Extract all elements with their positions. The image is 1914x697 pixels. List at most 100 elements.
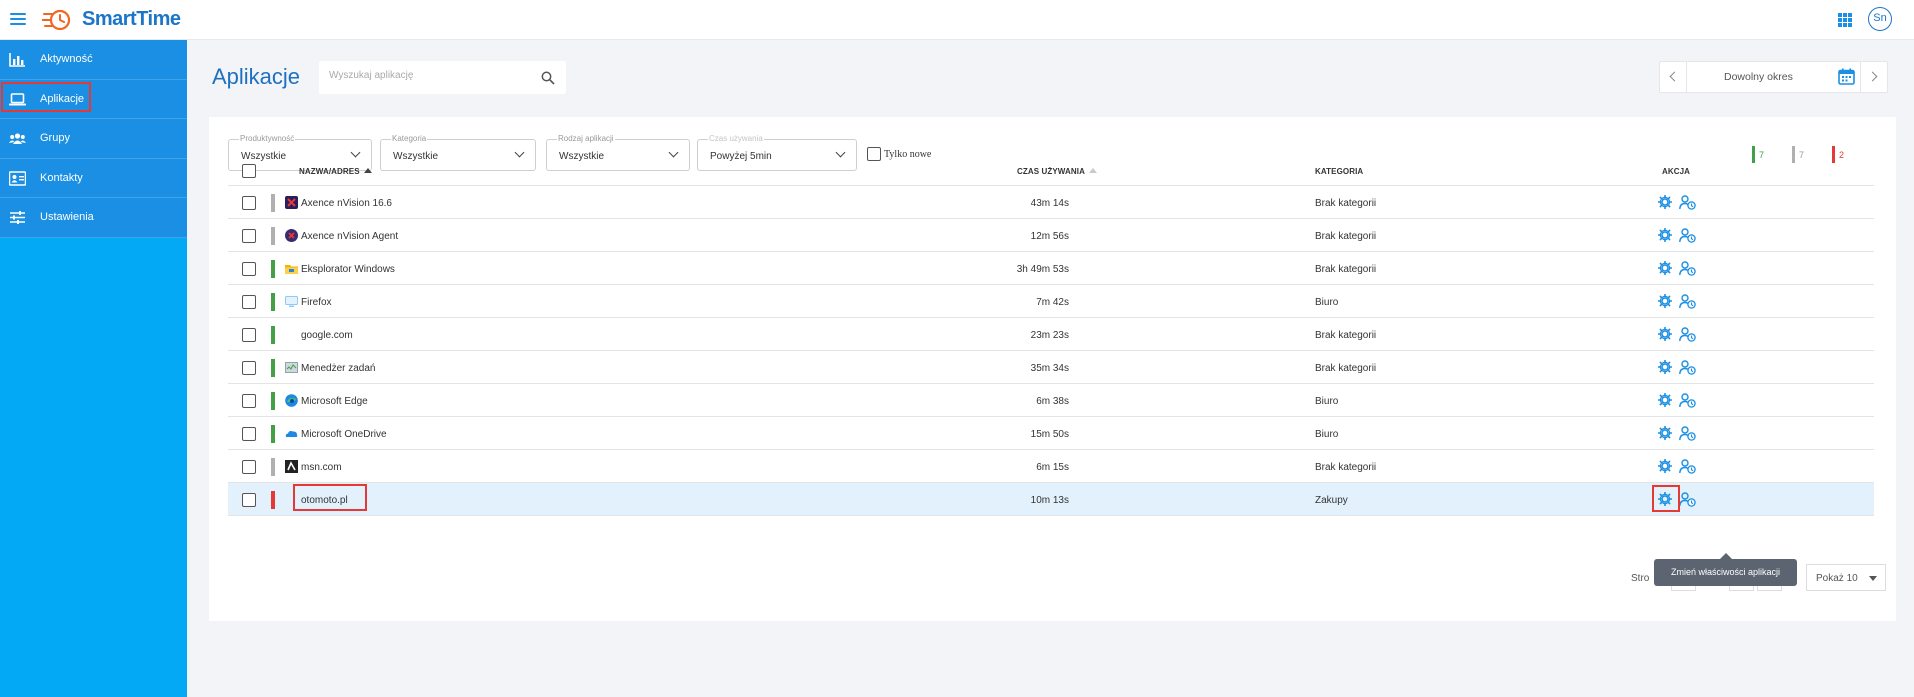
monitor-icon	[285, 295, 298, 308]
sidebar-item-ustawienia[interactable]: Ustawienia	[0, 198, 187, 238]
search-icon[interactable]	[541, 71, 555, 85]
gear-icon[interactable]	[1657, 425, 1673, 441]
column-header-action: AKCJA	[1662, 167, 1691, 176]
sliders-icon	[10, 211, 25, 224]
bar-chart-icon	[9, 53, 25, 67]
sidebar-item-kontakty[interactable]: Kontakty	[0, 158, 187, 198]
assign-user-icon[interactable]	[1679, 393, 1696, 408]
assign-user-icon[interactable]	[1679, 327, 1696, 342]
axence-nvision-icon	[285, 196, 298, 209]
row-checkbox[interactable]	[242, 229, 256, 243]
table-row[interactable]: Axence nVision 16.6 43m 14s Brak kategor…	[228, 186, 1874, 219]
productivity-stripe	[271, 326, 275, 344]
table-row[interactable]: otomoto.pl 10m 13s Zakupy	[228, 483, 1874, 516]
assign-user-icon[interactable]	[1679, 228, 1696, 243]
app-category: Biuro	[1315, 396, 1339, 407]
table-row[interactable]: Firefox 7m 42s Biuro	[228, 285, 1874, 318]
assign-user-icon[interactable]	[1679, 294, 1696, 309]
row-checkbox[interactable]	[242, 295, 256, 309]
filter-label: Czas używania	[708, 134, 764, 144]
caret-down-icon	[1869, 576, 1877, 581]
calendar-icon[interactable]	[1838, 68, 1855, 85]
filter-label: Kategoria	[391, 134, 428, 144]
period-next-button[interactable]	[1860, 62, 1887, 92]
sidebar-item-aktywnosc[interactable]: Aktywność	[0, 40, 187, 80]
table-row[interactable]: Axence nVision Agent 12m 56s Brak katego…	[228, 219, 1874, 252]
app-category: Zakupy	[1315, 495, 1348, 506]
app-category: Brak kategorii	[1315, 231, 1377, 242]
app-name: Menedżer zadań	[301, 363, 376, 374]
page-size-select[interactable]: Pokaż 10	[1806, 564, 1886, 591]
gear-icon[interactable]	[1657, 194, 1673, 210]
assign-user-icon[interactable]	[1679, 426, 1696, 441]
period-selector: Dowolny okres	[1659, 61, 1888, 93]
sidebar-item-label: Aktywność	[40, 53, 93, 65]
filter-label: Produktywność	[239, 134, 296, 144]
pager-label: Stro	[1631, 573, 1650, 584]
productivity-stripe	[271, 260, 275, 278]
table-row[interactable]: Microsoft OneDrive 15m 50s Biuro	[228, 417, 1874, 450]
row-checkbox[interactable]	[242, 394, 256, 408]
productivity-stripe	[271, 392, 275, 410]
table-row[interactable]: Menedżer zadań 35m 34s Brak kategorii	[228, 351, 1874, 384]
row-checkbox[interactable]	[242, 493, 256, 507]
column-header-time[interactable]: CZAS UŻYWANIA	[1017, 167, 1097, 176]
row-checkbox[interactable]	[242, 460, 256, 474]
row-checkbox[interactable]	[242, 361, 256, 375]
app-name: Microsoft Edge	[301, 396, 368, 407]
assign-user-icon[interactable]	[1679, 459, 1696, 474]
usage-time: 10m 13s	[1030, 495, 1069, 506]
contact-card-icon	[9, 170, 26, 186]
usage-time: 6m 38s	[1036, 396, 1069, 407]
app-name: Axence nVision 16.6	[301, 198, 392, 209]
table-row[interactable]: msn.com 6m 15s Brak kategorii	[228, 450, 1874, 483]
assign-user-icon[interactable]	[1679, 261, 1696, 276]
productivity-stripe	[271, 293, 275, 311]
row-checkbox[interactable]	[242, 196, 256, 210]
table-row[interactable]: Microsoft Edge 6m 38s Biuro	[228, 384, 1874, 417]
app-category: Biuro	[1315, 297, 1339, 308]
smarttime-logo-icon	[42, 9, 71, 31]
assign-user-icon[interactable]	[1679, 360, 1696, 375]
axence-agent-icon	[285, 229, 298, 242]
usage-time: 15m 50s	[1030, 429, 1069, 440]
usage-time: 35m 34s	[1030, 363, 1069, 374]
assign-user-icon[interactable]	[1679, 492, 1696, 507]
gear-icon[interactable]	[1657, 392, 1673, 408]
hamburger-menu-icon[interactable]	[10, 13, 26, 25]
column-header-name[interactable]: NAZWA/ADRES	[299, 167, 372, 176]
row-checkbox[interactable]	[242, 262, 256, 276]
usage-time: 43m 14s	[1030, 198, 1069, 209]
productivity-stripe	[271, 227, 275, 245]
gear-icon[interactable]	[1657, 458, 1673, 474]
row-checkbox[interactable]	[242, 427, 256, 441]
gear-icon[interactable]	[1657, 359, 1673, 375]
sort-icon	[1088, 168, 1097, 173]
period-prev-button[interactable]	[1660, 62, 1687, 92]
user-avatar[interactable]: Sn	[1868, 7, 1892, 31]
assign-user-icon[interactable]	[1679, 195, 1696, 210]
gear-icon[interactable]	[1657, 326, 1673, 342]
column-header-label: NAZWA/ADRES	[299, 167, 360, 176]
applications-panel: Produktywność Wszystkie Kategoria Wszyst…	[209, 117, 1896, 621]
table-row[interactable]: Eksplorator Windows 3h 49m 53s Brak kate…	[228, 252, 1874, 285]
gear-icon[interactable]	[1657, 227, 1673, 243]
sidebar-item-label: Grupy	[40, 132, 70, 144]
row-checkbox[interactable]	[242, 328, 256, 342]
search-input[interactable]	[329, 70, 529, 81]
productivity-stripe	[271, 194, 275, 212]
table-header: NAZWA/ADRES CZAS UŻYWANIA KATEGORIA AKCJ…	[228, 155, 1874, 186]
table-row[interactable]: google.com 23m 23s Brak kategorii	[228, 318, 1874, 351]
sidebar-item-grupy[interactable]: Grupy	[0, 119, 187, 159]
usage-time: 3h 49m 53s	[1016, 264, 1069, 275]
onedrive-icon	[285, 427, 298, 440]
app-name: Eksplorator Windows	[301, 264, 395, 275]
select-all-checkbox[interactable]	[242, 164, 256, 178]
gear-icon[interactable]	[1657, 260, 1673, 276]
period-label[interactable]: Dowolny okres	[1724, 71, 1793, 83]
gear-icon[interactable]	[1657, 293, 1673, 309]
apps-grid-icon[interactable]	[1838, 13, 1852, 27]
sidebar-item-aplikacje[interactable]: Aplikacje	[0, 79, 187, 119]
search-box	[319, 61, 566, 94]
app-category: Brak kategorii	[1315, 264, 1377, 275]
